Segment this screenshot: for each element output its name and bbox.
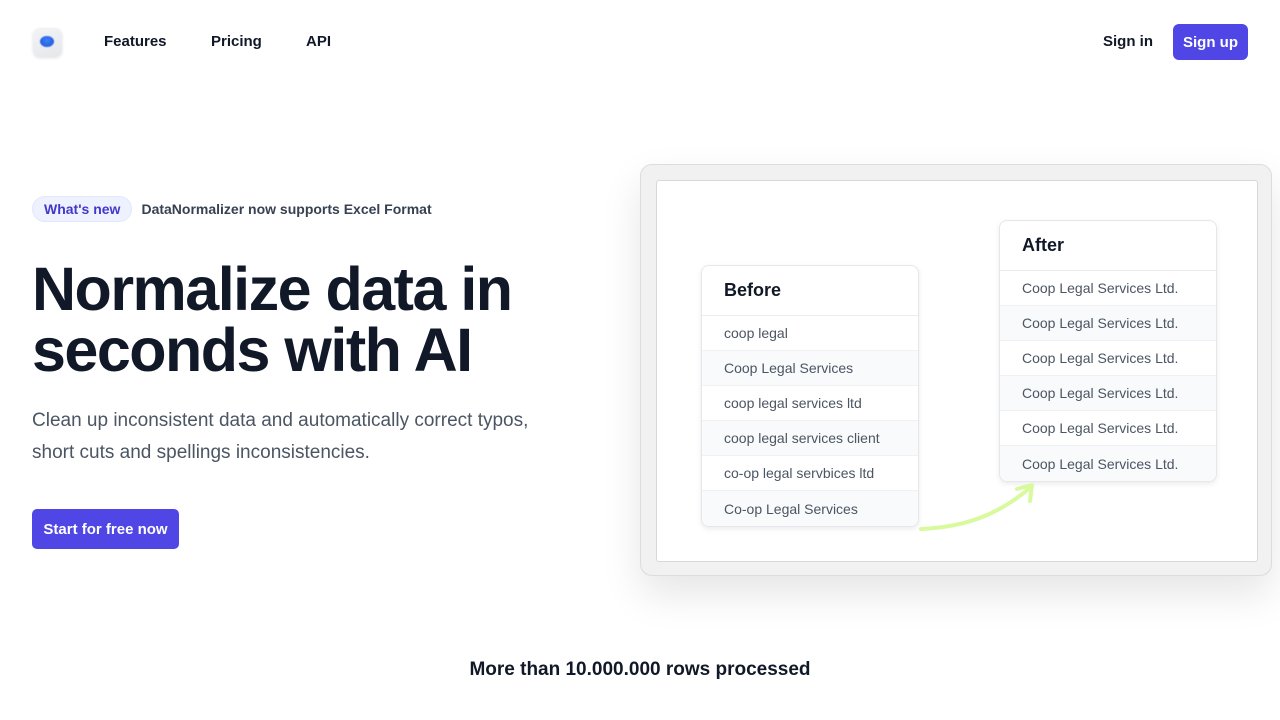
after-row: Coop Legal Services Ltd. [1000,341,1216,376]
description-line-2: short cuts and spellings inconsistencies… [32,442,370,463]
nav-link-features[interactable]: Features [104,33,167,50]
before-row: coop legal [702,316,918,351]
before-row: Co-op Legal Services [702,491,918,526]
before-row: Coop Legal Services [702,351,918,386]
showcase-canvas: After Coop Legal Services Ltd. Coop Lega… [656,180,1258,562]
before-card: Before coop legal Coop Legal Services co… [701,265,919,527]
nav-link-api[interactable]: API [306,33,331,50]
showcase-frame: After Coop Legal Services Ltd. Coop Lega… [640,164,1272,576]
before-row: co-op legal servbices ltd [702,456,918,491]
top-nav: Features Pricing API Sign in Sign up [0,0,1280,84]
hero-description: Clean up inconsistent data and automatic… [32,405,572,469]
rows-processed-stat: More than 10.000.000 rows processed [469,659,811,680]
before-title: Before [702,266,918,316]
whats-new-badge: What's new [32,196,133,222]
page-title: Normalize data in seconds with AI [32,259,612,381]
after-row: Coop Legal Services Ltd. [1000,271,1216,306]
announcement-text: DataNormalizer now supports Excel Format [141,201,432,217]
logo-icon[interactable] [33,28,62,57]
transform-arrow-icon [919,483,1034,531]
description-line-1: Clean up inconsistent data and automatic… [32,410,529,431]
after-title: After [1000,221,1216,271]
after-row: Coop Legal Services Ltd. [1000,411,1216,446]
headline-line-2: seconds with AI [32,316,473,384]
before-row: coop legal services client [702,421,918,456]
after-row: Coop Legal Services Ltd. [1000,376,1216,411]
announcement[interactable]: What's new DataNormalizer now supports E… [32,196,432,222]
after-card: After Coop Legal Services Ltd. Coop Lega… [999,220,1217,482]
signin-link[interactable]: Sign in [1103,33,1153,50]
signup-button[interactable]: Sign up [1173,24,1248,60]
start-free-button[interactable]: Start for free now [32,509,179,549]
headline-line-1: Normalize data in [32,255,513,323]
nav-link-pricing[interactable]: Pricing [211,33,262,50]
after-row: Coop Legal Services Ltd. [1000,306,1216,341]
before-row: coop legal services ltd [702,386,918,421]
